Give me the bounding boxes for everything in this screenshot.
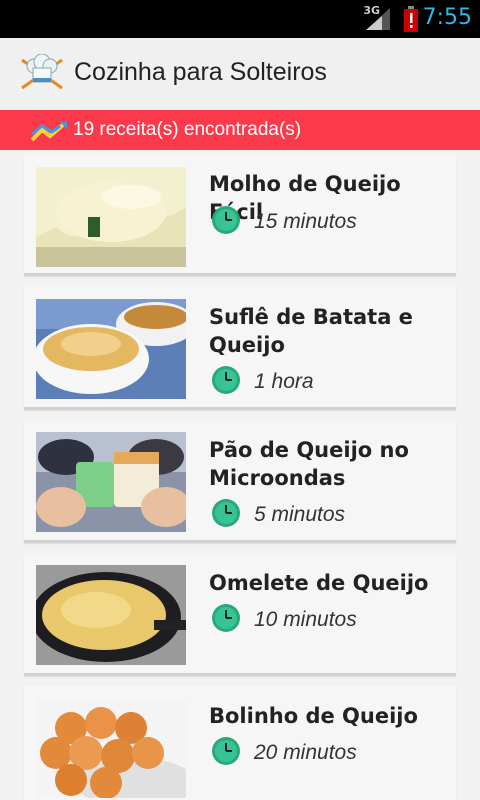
- results-count: 19 receita(s) encontrada(s): [73, 119, 302, 140]
- recipe-title: Bolinho de Queijo: [209, 704, 418, 728]
- recipe-card-bolinho-de-queijo[interactable]: Bolinho de Queijo 20 minutos: [24, 686, 456, 800]
- recipe-title: Suflê de Batata e Queijo: [209, 305, 413, 357]
- recipe-title: Omelete de Queijo: [209, 571, 429, 595]
- recipe-time: 20 minutos: [254, 741, 357, 764]
- clock-icon: [212, 499, 240, 527]
- status-bar: 3G 7:55: [0, 0, 480, 38]
- clock-icon: [212, 604, 240, 632]
- results-banner: 19 receita(s) encontrada(s): [0, 110, 480, 150]
- recipe-time: 1 hora: [254, 370, 314, 393]
- recipe-card-molho-de-queijo[interactable]: Molho de Queijo Fácil 15 minutos: [24, 155, 456, 276]
- recipe-thumbnail: [36, 167, 186, 267]
- signal-icon: [366, 8, 390, 30]
- clock-icon: [212, 366, 240, 394]
- recipe-thumbnail: [36, 565, 186, 665]
- recipe-thumbnail: [36, 432, 186, 532]
- recipe-thumbnail: [36, 698, 186, 798]
- recipe-time: 10 minutos: [254, 608, 357, 631]
- recipe-time: 15 minutos: [254, 210, 357, 233]
- recipe-card-omelete-de-queijo[interactable]: Omelete de Queijo 10 minutos: [24, 553, 456, 676]
- clock-icon: [212, 737, 240, 765]
- app-title: Cozinha para Solteiros: [74, 58, 327, 86]
- status-clock: 7:55: [422, 5, 472, 30]
- action-bar: Cozinha para Solteiros: [0, 38, 480, 110]
- trend-arrow-icon: [30, 122, 67, 142]
- recipe-title: Pão de Queijo no Microondas: [209, 438, 409, 490]
- recipe-card-pao-de-queijo[interactable]: Pão de Queijo no Microondas 5 minutos: [24, 420, 456, 543]
- recipe-time: 5 minutos: [254, 503, 346, 526]
- chef-hat-icon[interactable]: [18, 54, 66, 94]
- recipe-card-sufle-de-batata[interactable]: Suflê de Batata e Queijo 1 hora: [24, 287, 456, 410]
- battery-alert-icon: [404, 6, 418, 32]
- recipe-thumbnail: [36, 299, 186, 399]
- recipe-list: Molho de Queijo Fácil 15 minutos Suflê d…: [0, 150, 480, 800]
- clock-icon: [212, 206, 240, 234]
